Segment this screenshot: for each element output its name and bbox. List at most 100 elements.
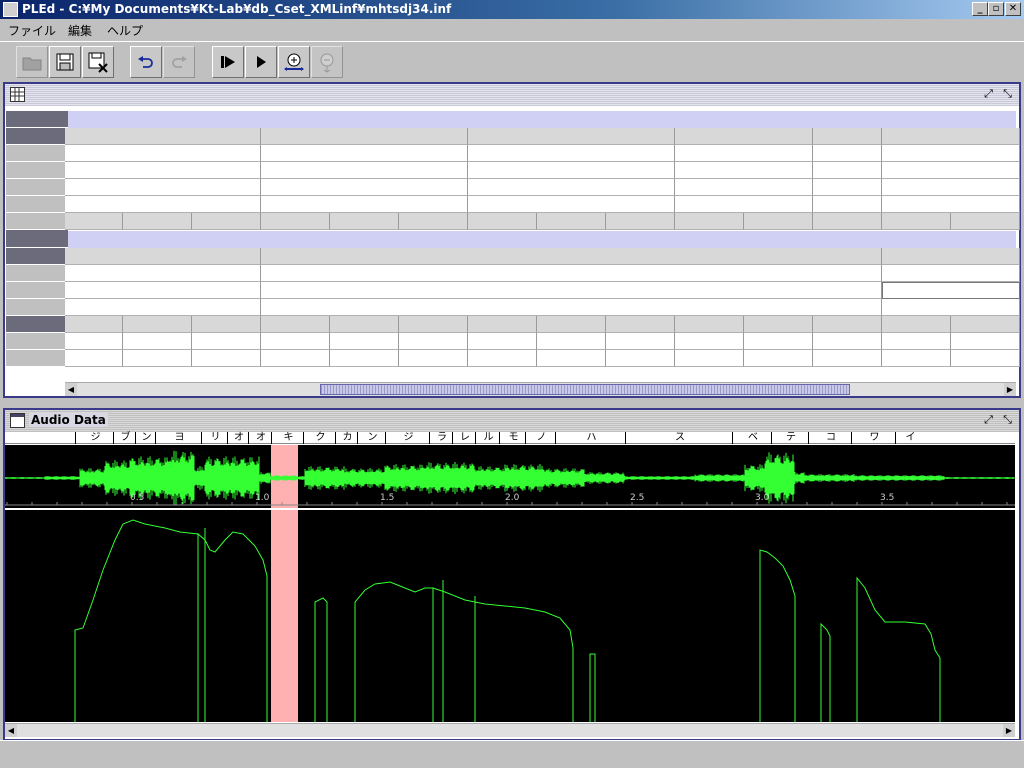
segment-label[interactable]: ク	[303, 432, 335, 444]
save-button[interactable]	[49, 46, 81, 78]
morph-word-cell[interactable]	[261, 128, 468, 145]
scroll-thumb[interactable]	[320, 384, 850, 395]
kana-cell[interactable]	[606, 213, 675, 230]
undo-button[interactable]	[130, 46, 162, 78]
mora-cell[interactable]	[330, 333, 399, 350]
mora-cell[interactable]	[744, 333, 813, 350]
kana-kanji-cell[interactable]	[468, 145, 675, 162]
conj-type-cell[interactable]	[261, 179, 468, 196]
prosody-phrase-cell[interactable]	[882, 248, 1020, 265]
prosody-kana-cell[interactable]	[606, 316, 675, 333]
maximize-audio-panel-icon[interactable]: ⤡	[1000, 413, 1015, 428]
conj-type-cell[interactable]	[882, 179, 1020, 196]
minimize-button[interactable]: _	[972, 2, 988, 16]
prosody-kana-cell[interactable]	[882, 316, 951, 333]
prosody-kana-cell[interactable]	[399, 316, 468, 333]
devoice-cell[interactable]	[468, 350, 537, 367]
kana-kanji-cell[interactable]	[675, 145, 813, 162]
waveform-view[interactable]: 0.5 1.0 1.5 2.0 2.5 3.0 3.5	[4, 445, 1015, 508]
emphasis-cell[interactable]	[65, 265, 261, 282]
segment-label[interactable]: オ	[227, 432, 248, 444]
segment-label[interactable]: ル	[475, 432, 499, 444]
segment-label[interactable]: モ	[499, 432, 525, 444]
devoice-cell[interactable]	[882, 350, 951, 367]
play-from-start-button[interactable]	[212, 46, 244, 78]
pause-cell[interactable]	[882, 282, 1020, 299]
segment-label[interactable]: ワ	[851, 432, 895, 444]
play-button[interactable]	[245, 46, 277, 78]
conj-type-cell[interactable]	[675, 179, 813, 196]
scroll-left-button[interactable]: ◀	[65, 383, 77, 396]
mora-cell[interactable]	[537, 333, 606, 350]
pos-cell[interactable]	[675, 162, 813, 179]
kana-kanji-cell[interactable]	[882, 145, 1020, 162]
segment-label[interactable]: オ	[248, 432, 271, 444]
kana-kanji-cell[interactable]	[261, 145, 468, 162]
devoice-cell[interactable]	[537, 350, 606, 367]
segment-label[interactable]: リ	[201, 432, 227, 444]
segment-label[interactable]: キ	[271, 432, 303, 444]
pos-cell[interactable]	[468, 162, 675, 179]
conj-form-cell[interactable]	[882, 196, 1020, 213]
segment-label[interactable]: ノ	[525, 432, 555, 444]
pitch-view[interactable]	[5, 510, 1015, 722]
kana-cell[interactable]	[675, 213, 744, 230]
devoice-cell[interactable]	[399, 350, 468, 367]
devoice-cell[interactable]	[123, 350, 192, 367]
devoice-cell[interactable]	[192, 350, 261, 367]
close-button[interactable]: ✕	[1005, 2, 1021, 16]
pause-cell[interactable]	[65, 282, 261, 299]
kana-cell[interactable]	[330, 213, 399, 230]
horizontal-scrollbar[interactable]: ◀ ▶	[65, 382, 1016, 396]
prosody-kana-cell[interactable]	[537, 316, 606, 333]
segment-label[interactable]: ジ	[75, 432, 113, 444]
mora-cell[interactable]	[813, 333, 882, 350]
mora-cell[interactable]	[192, 333, 261, 350]
segment-label[interactable]: ブ	[113, 432, 135, 444]
devoice-cell[interactable]	[675, 350, 744, 367]
accent-cell[interactable]	[882, 299, 1020, 316]
maximize-panel-icon[interactable]: ⤡	[1000, 87, 1015, 102]
devoice-cell[interactable]	[951, 350, 1020, 367]
kana-cell[interactable]	[882, 213, 951, 230]
morph-word-cell[interactable]	[882, 128, 1020, 145]
zoom-out-button[interactable]	[311, 46, 343, 78]
prosody-kana-cell[interactable]	[192, 316, 261, 333]
conj-form-cell[interactable]	[261, 196, 468, 213]
devoice-cell[interactable]	[330, 350, 399, 367]
prosody-kana-cell[interactable]	[468, 316, 537, 333]
conj-type-cell[interactable]	[813, 179, 882, 196]
morph-word-cell[interactable]	[675, 128, 813, 145]
segment-label[interactable]: ス	[625, 432, 732, 444]
prosody-phrase-cell[interactable]	[261, 248, 882, 265]
mora-cell[interactable]	[399, 333, 468, 350]
devoice-cell[interactable]	[813, 350, 882, 367]
conj-form-cell[interactable]	[468, 196, 675, 213]
prosody-kana-cell[interactable]	[65, 316, 123, 333]
kana-cell[interactable]	[399, 213, 468, 230]
mora-cell[interactable]	[951, 333, 1020, 350]
restore-panel-icon[interactable]: ⤢	[981, 87, 996, 102]
morph-word-cell[interactable]	[65, 128, 261, 145]
devoice-cell[interactable]	[606, 350, 675, 367]
prosody-kana-cell[interactable]	[261, 316, 330, 333]
kana-kanji-cell[interactable]	[65, 145, 261, 162]
prosody-kana-cell[interactable]	[813, 316, 882, 333]
pos-cell[interactable]	[65, 162, 261, 179]
accent-cell[interactable]	[65, 299, 261, 316]
kana-cell[interactable]	[951, 213, 1020, 230]
prosody-kana-cell[interactable]	[123, 316, 192, 333]
kana-cell[interactable]	[813, 213, 882, 230]
segment-label[interactable]: ベ	[732, 432, 771, 444]
save-close-button[interactable]	[82, 46, 114, 78]
accent-cell[interactable]	[261, 299, 882, 316]
emphasis-cell[interactable]	[261, 265, 882, 282]
prosody-kana-cell[interactable]	[330, 316, 399, 333]
segment-label[interactable]: ラ	[429, 432, 452, 444]
segment-label[interactable]: ヨ	[155, 432, 201, 444]
pos-cell[interactable]	[813, 162, 882, 179]
redo-button[interactable]	[163, 46, 195, 78]
conj-form-cell[interactable]	[675, 196, 813, 213]
zoom-in-button[interactable]	[278, 46, 310, 78]
pos-cell[interactable]	[882, 162, 1020, 179]
